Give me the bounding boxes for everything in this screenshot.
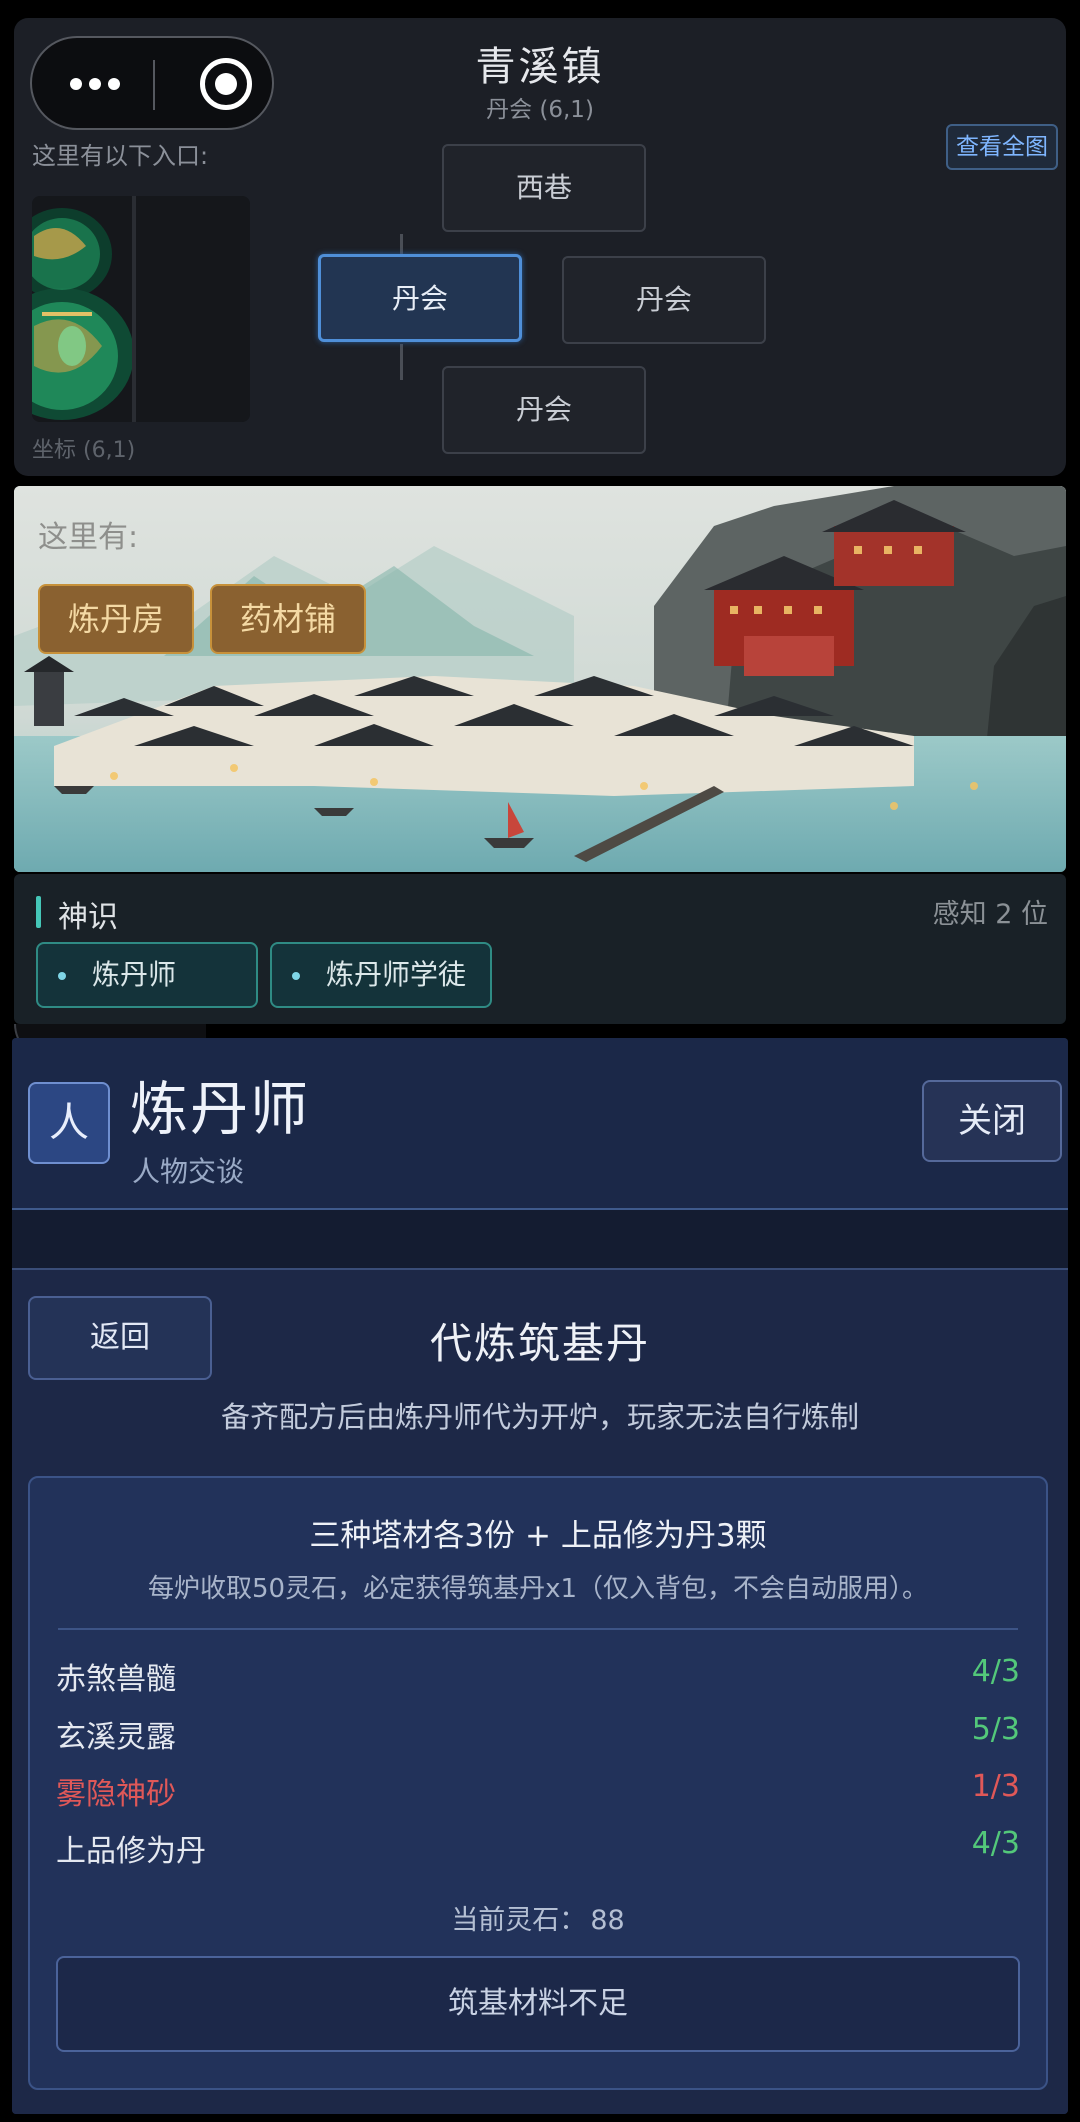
material-name: 上品修为丹 [56, 1834, 206, 1869]
view-full-map-button[interactable]: 查看全图 [946, 124, 1058, 170]
coordinate-label: 坐标 (6,1) [32, 438, 136, 463]
npc-chip-apprentice[interactable]: 炼丹师学徒 [270, 942, 492, 1008]
sense-title: 神识 [58, 900, 118, 935]
gourd-image [32, 196, 250, 422]
spirit-stones-label: 当前灵石： [451, 1905, 587, 1936]
npc-chip-label: 炼丹师学徒 [326, 958, 467, 991]
recipe-requirement: 三种塔材各3份 + 上品修为丹3颗 [309, 1518, 767, 1554]
section-accent-bar [36, 896, 41, 928]
here-label: 这里有: [38, 520, 139, 555]
recipe-note: 每炉收取50灵石，必定获得筑基丹x1（仅入背包，不会自动服用）。 [147, 1574, 928, 1604]
entrances-label: 这里有以下入口: [32, 142, 209, 170]
refine-button[interactable]: 筑基材料不足 [56, 1956, 1020, 2052]
material-name: 赤煞兽髓 [56, 1662, 176, 1697]
material-name: 雾隐神砂 [56, 1777, 176, 1812]
map-node-south[interactable]: 丹会 [442, 366, 646, 454]
spirit-stones-value: 88 [590, 1905, 625, 1936]
map-node-north[interactable]: 西巷 [442, 144, 646, 232]
close-button[interactable]: 关闭 [922, 1080, 1062, 1162]
material-count: 1/3 [971, 1769, 1020, 1804]
current-location: 丹会 (6,1) [486, 97, 594, 123]
recipe-description: 备齐配方后由炼丹师代为开炉，玩家无法自行炼制 [220, 1400, 859, 1434]
material-count: 4/3 [971, 1654, 1020, 1689]
place-button-herb-shop[interactable]: 药材铺 [210, 584, 366, 654]
recipe-title: 代炼筑基丹 [429, 1319, 650, 1368]
sense-panel: 神识 感知 2 位 炼丹师 炼丹师学徒 [14, 874, 1066, 1024]
recipe-card: 三种塔材各3份 + 上品修为丹3颗 每炉收取50灵石，必定获得筑基丹x1（仅入背… [28, 1476, 1048, 2090]
map-panel: 青溪镇 丹会 (6,1) 这里有以下入口: 查看全图 坐标 (6,1) 西巷 丹… [14, 18, 1066, 476]
sense-count: 感知 2 位 [932, 899, 1048, 930]
npc-chip-alchemist[interactable]: 炼丹师 [36, 942, 258, 1008]
dialog-strip [12, 1210, 1068, 1268]
map-node-current[interactable]: 丹会 [318, 254, 522, 342]
status-dot-icon [58, 972, 66, 980]
material-row: 上品修为丹 4/3 [56, 1826, 1020, 1870]
card-divider [58, 1628, 1018, 1630]
material-count: 5/3 [971, 1712, 1020, 1747]
scene-illustration [14, 486, 1066, 872]
scene-panel: 这里有: 炼丹房 药材铺 [14, 486, 1066, 872]
npc-name: 炼丹师 [130, 1075, 311, 1143]
map-connector [400, 344, 403, 380]
spirit-stones: 当前灵石： 88 [30, 1898, 1046, 1937]
material-row: 玄溪灵露 5/3 [56, 1712, 1020, 1756]
dialog-subtitle: 人物交谈 [132, 1155, 245, 1188]
status-dot-icon [292, 972, 300, 980]
map-node-east[interactable]: 丹会 [562, 256, 766, 344]
npc-chip-label: 炼丹师 [92, 958, 177, 991]
material-row: 赤煞兽髓 4/3 [56, 1654, 1020, 1698]
material-row: 雾隐神砂 1/3 [56, 1769, 1020, 1813]
npc-avatar: 人 [28, 1082, 110, 1164]
material-count: 4/3 [971, 1826, 1020, 1861]
dialog-content: 返回 代炼筑基丹 备齐配方后由炼丹师代为开炉，玩家无法自行炼制 三种塔材各3份 … [12, 1270, 1068, 2114]
npc-dialog: 人 炼丹师 人物交谈 关闭 返回 代炼筑基丹 备齐配方后由炼丹师代为开炉，玩家无… [12, 1038, 1068, 2114]
place-button-alchemy-room[interactable]: 炼丹房 [38, 584, 194, 654]
town-name: 青溪镇 [475, 44, 605, 90]
material-name: 玄溪灵露 [56, 1720, 176, 1755]
